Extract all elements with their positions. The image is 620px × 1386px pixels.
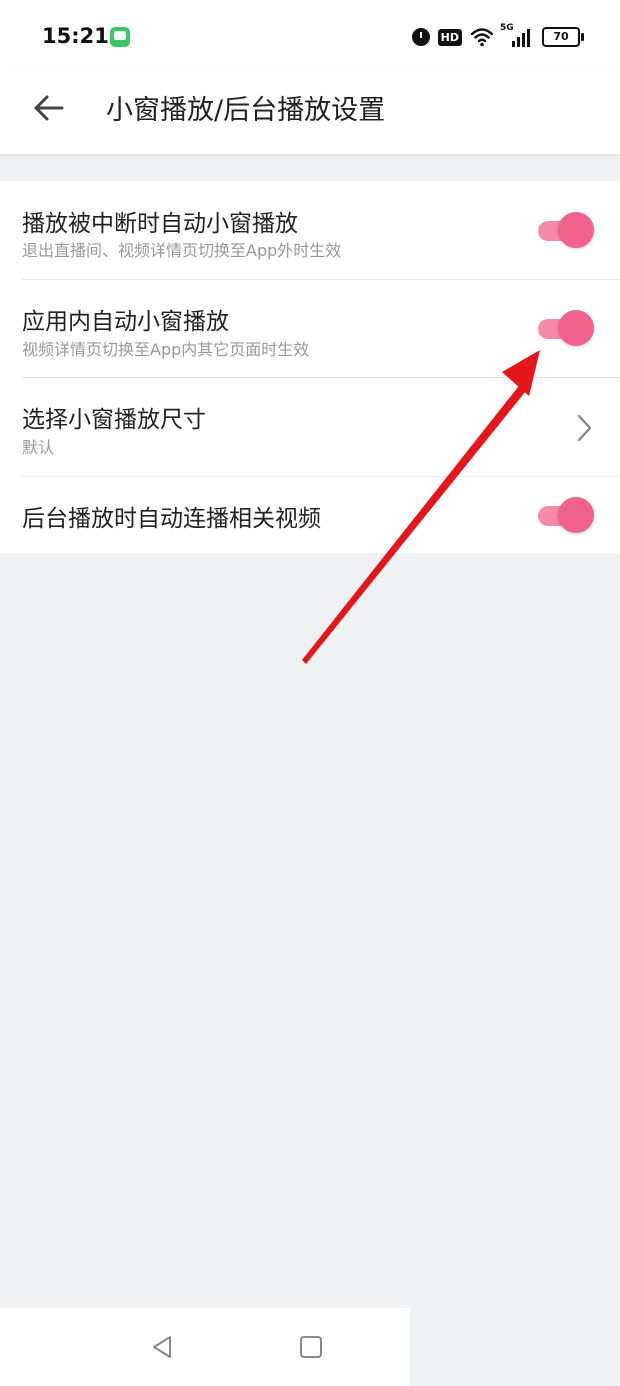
setting-title: 应用内自动小窗播放 bbox=[22, 309, 229, 335]
setting-subtitle: 默认 bbox=[22, 438, 55, 457]
wifi-icon bbox=[470, 27, 494, 47]
setting-subtitle: 视频详情页切换至App内其它页面时生效 bbox=[22, 340, 310, 359]
5g-signal-icon: 5G bbox=[500, 23, 530, 47]
nav-home-icon[interactable] bbox=[300, 1336, 322, 1358]
status-time: 15:21 bbox=[42, 24, 109, 48]
navigation-bar bbox=[0, 1308, 410, 1386]
chevron-right-icon bbox=[574, 412, 594, 444]
status-bar: 15:21 HD 5G 70 bbox=[0, 0, 620, 72]
setting-title: 后台播放时自动连播相关视频 bbox=[22, 506, 321, 532]
setting-row-interrupt-auto-pip[interactable]: 播放被中断时自动小窗播放 退出直播间、视频详情页切换至App外时生效 bbox=[0, 181, 620, 280]
setting-row-background-autoplay[interactable]: 后台播放时自动连播相关视频 bbox=[0, 477, 620, 553]
toggle-switch[interactable] bbox=[538, 496, 594, 534]
setting-subtitle: 退出直播间、视频详情页切换至App外时生效 bbox=[22, 241, 342, 260]
hd-icon: HD bbox=[437, 28, 462, 46]
nav-back-icon[interactable] bbox=[150, 1334, 176, 1360]
setting-row-pip-size[interactable]: 选择小窗播放尺寸 默认 bbox=[0, 378, 620, 477]
toggle-switch[interactable] bbox=[538, 309, 594, 347]
app-bar: 小窗播放/后台播放设置 bbox=[0, 72, 620, 154]
settings-list: 播放被中断时自动小窗播放 退出直播间、视频详情页切换至App外时生效 应用内自动… bbox=[0, 181, 620, 553]
setting-title: 选择小窗播放尺寸 bbox=[22, 407, 206, 433]
alarm-icon bbox=[411, 28, 430, 46]
back-arrow-icon[interactable] bbox=[28, 86, 72, 130]
status-icons: HD 5G 70 bbox=[411, 23, 584, 50]
network-label: 5G bbox=[500, 23, 514, 33]
setting-row-in-app-auto-pip[interactable]: 应用内自动小窗播放 视频详情页切换至App内其它页面时生效 bbox=[0, 280, 620, 378]
toggle-switch[interactable] bbox=[538, 211, 594, 249]
setting-title: 播放被中断时自动小窗播放 bbox=[22, 211, 298, 237]
message-app-icon bbox=[110, 27, 130, 47]
page-title: 小窗播放/后台播放设置 bbox=[106, 95, 386, 126]
battery-icon: 70 bbox=[542, 27, 584, 47]
